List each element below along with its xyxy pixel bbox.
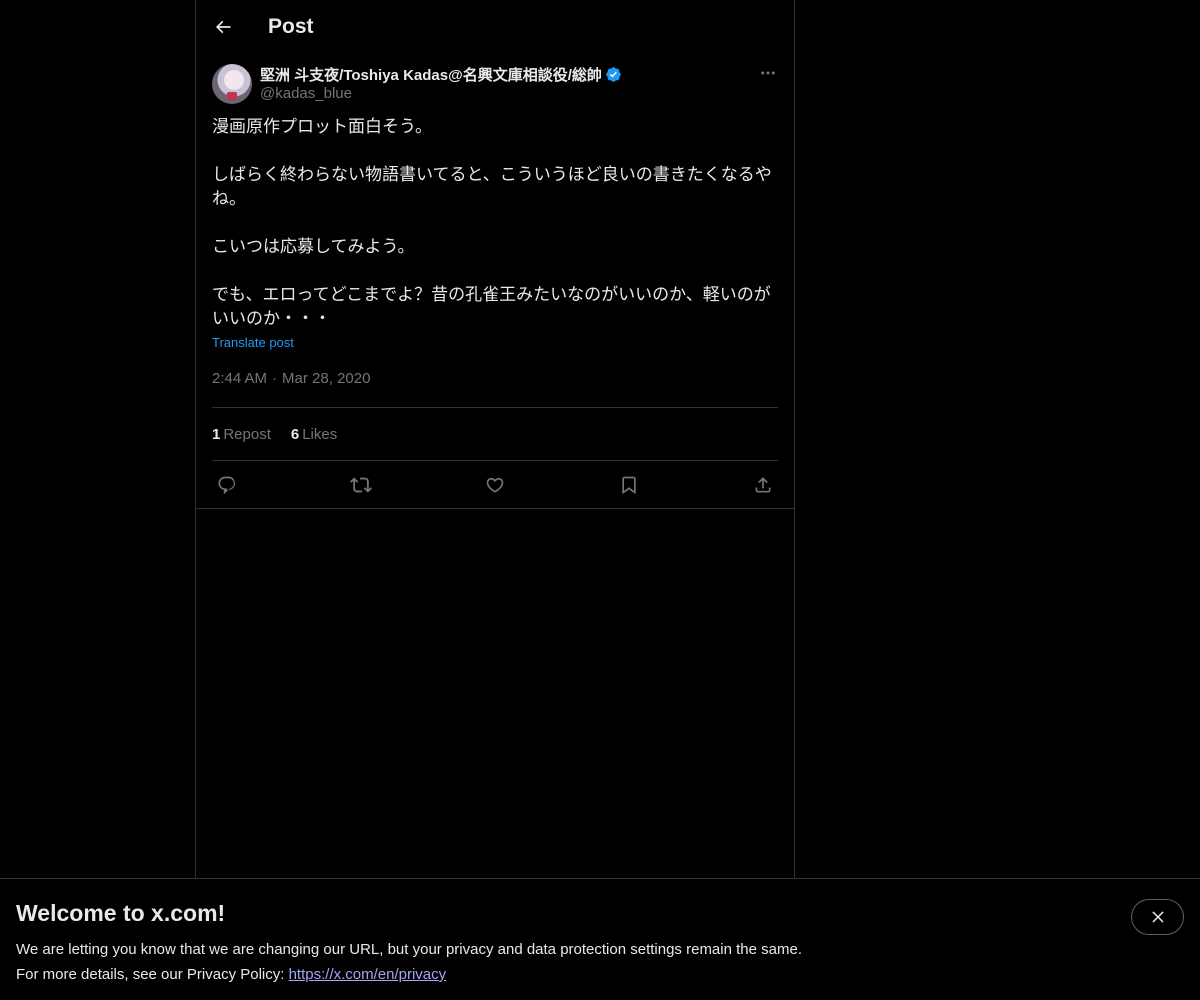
repost-button[interactable]	[350, 474, 372, 496]
banner-policy-line: For more details, see our Privacy Policy…	[16, 962, 1184, 987]
author-handle[interactable]: @kadas_blue	[260, 85, 622, 103]
post-timestamp[interactable]: 2:44 AM · Mar 28, 2020	[212, 369, 778, 389]
arrow-left-icon	[215, 20, 231, 33]
banner-message: We are letting you know that we are chan…	[16, 941, 802, 958]
reply-icon	[218, 476, 236, 494]
more-options-button[interactable]	[758, 63, 778, 83]
banner-policy-prefix: For more details, see our Privacy Policy…	[16, 966, 289, 983]
like-button[interactable]	[484, 474, 506, 496]
author-name-line[interactable]: 堅洲 斗支夜/Toshiya Kadas@名興文庫相談役/総帥	[260, 63, 622, 85]
reposts-count: 1	[212, 425, 221, 443]
bookmark-icon	[622, 476, 636, 494]
meta-separator: ·	[272, 370, 278, 387]
welcome-banner: Welcome to x.com! We are letting you kno…	[0, 878, 1200, 1000]
author-names: 堅洲 斗支夜/Toshiya Kadas@名興文庫相談役/総帥 @kadas_b…	[260, 63, 622, 103]
post-date[interactable]: Mar 28, 2020	[282, 370, 370, 387]
privacy-policy-link[interactable]: https://x.com/en/privacy	[289, 966, 447, 983]
share-button[interactable]	[752, 474, 774, 496]
bookmark-button[interactable]	[618, 474, 640, 496]
post-bottom-divider	[196, 508, 794, 509]
close-banner-button[interactable]	[1131, 899, 1184, 935]
likes-stat[interactable]: 6 Likes	[291, 426, 337, 443]
banner-title: Welcome to x.com!	[16, 900, 226, 926]
reply-button[interactable]	[216, 474, 238, 496]
post-time[interactable]: 2:44 AM	[212, 370, 267, 387]
author-display-name[interactable]: 堅洲 斗支夜/Toshiya Kadas@名興文庫相談役/総帥	[260, 64, 602, 85]
likes-label: Likes	[302, 425, 338, 443]
reposts-label: Repost	[223, 425, 271, 443]
page-title: Post	[268, 14, 314, 38]
post-actions	[212, 461, 778, 508]
verified-badge-icon	[605, 66, 622, 83]
reposts-stat[interactable]: 1 Repost	[212, 426, 271, 443]
author-row: 堅洲 斗支夜/Toshiya Kadas@名興文庫相談役/総帥 @kadas_b…	[212, 63, 778, 109]
page-header: Post	[196, 0, 794, 53]
post: 堅洲 斗支夜/Toshiya Kadas@名興文庫相談役/総帥 @kadas_b…	[196, 53, 794, 509]
back-button[interactable]	[212, 16, 234, 38]
repost-icon	[350, 477, 372, 492]
post-stats: 1 Repost 6 Likes	[212, 408, 778, 460]
avatar[interactable]	[212, 64, 252, 104]
close-icon	[1151, 911, 1164, 923]
post-text: 漫画原作プロット面白そう。 しばらく終わらない物語書いてると、こういうほど良いの…	[212, 117, 772, 328]
like-icon	[486, 477, 504, 493]
share-icon	[755, 476, 771, 492]
main-column: Post 堅洲 斗支夜/Toshiya Kadas@名興文庫相談役/総帥 @ka…	[195, 0, 795, 1000]
translate-post-link[interactable]: Translate post	[212, 334, 294, 352]
more-horizontal-icon	[761, 71, 775, 75]
likes-count: 6	[290, 425, 300, 443]
